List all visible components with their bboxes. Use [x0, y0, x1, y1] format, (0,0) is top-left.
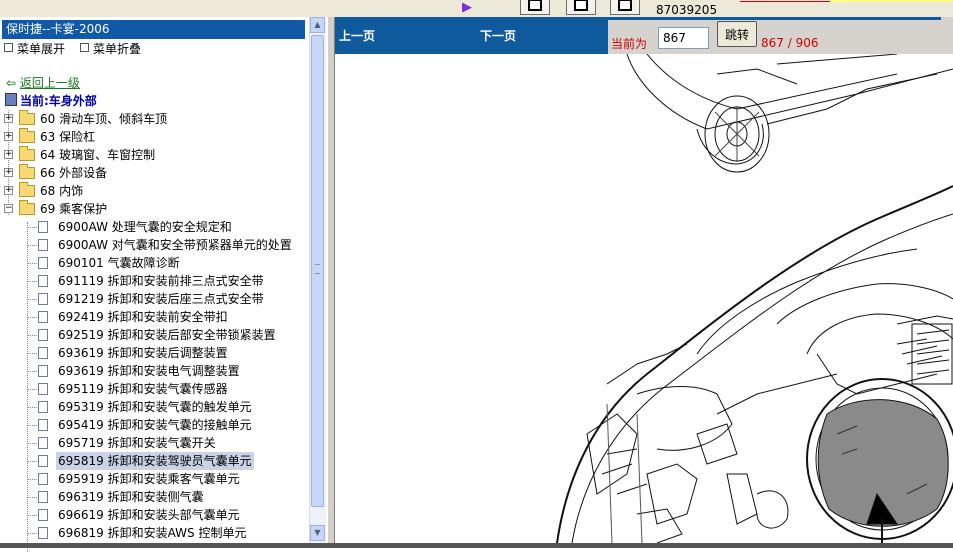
tree-folder-label[interactable]: 63 保险杠: [40, 128, 95, 146]
tree-doc-label[interactable]: 695319 拆卸和安装气囊的触发单元: [58, 398, 252, 416]
tree-doc-label[interactable]: 693619 拆卸和安装电气调整装置: [58, 362, 240, 380]
tree-folder-label[interactable]: 66 外部设备: [40, 164, 107, 182]
document-icon: [38, 401, 48, 413]
panel-splitter[interactable]: [327, 17, 335, 548]
scroll-grip-icon: [315, 264, 320, 274]
tree-doc-label[interactable]: 691219 拆卸和安装后座三点式安全带: [58, 290, 264, 308]
nav-bar-edge: [941, 17, 953, 54]
page-count: 867 / 906: [761, 36, 819, 50]
collapse-menu-label: 菜单折叠: [93, 42, 142, 56]
expand-icon[interactable]: [566, 0, 596, 15]
document-icon: [38, 455, 48, 467]
expand-menu-button[interactable]: 菜单展开: [4, 41, 65, 57]
plus-icon[interactable]: +: [4, 132, 13, 141]
top-red-link-underline: [740, 1, 835, 2]
jump-button[interactable]: 跳转: [717, 21, 757, 47]
tree-folder-label[interactable]: 69 乘客保护: [40, 200, 107, 218]
plus-icon[interactable]: +: [4, 186, 13, 195]
tree-folder-label[interactable]: 60 滑动车顶、倾斜车顶: [40, 110, 167, 128]
plus-icon[interactable]: +: [4, 168, 13, 177]
top-yellow-highlight: [830, 0, 953, 2]
folder-icon: [19, 164, 35, 179]
tree-doc-label[interactable]: 693619 拆卸和安装后调整装置: [58, 344, 228, 362]
tree-doc-label[interactable]: 695419 拆卸和安装气囊的接触单元: [58, 416, 252, 434]
scroll-up-icon[interactable]: ▲: [310, 17, 325, 33]
document-icon: [38, 239, 48, 251]
plus-icon[interactable]: +: [4, 150, 13, 159]
tree-doc-label[interactable]: 696319 拆卸和安装侧气囊: [58, 488, 204, 506]
tree-doc-label[interactable]: 6900AW 处理气囊的安全规定和: [58, 218, 232, 236]
computer-icon: [5, 93, 17, 106]
top-partial-text: 87039205: [656, 3, 718, 17]
page-number-input[interactable]: [658, 27, 709, 49]
minus-icon[interactable]: −: [4, 204, 13, 213]
current-location: 当前:车身外部: [5, 93, 97, 109]
document-icon: [38, 311, 48, 323]
collapse-menu-icon: [80, 43, 89, 52]
tree-doc-label[interactable]: 695119 拆卸和安装气囊传感器: [58, 380, 228, 398]
document-icon: [38, 365, 48, 377]
tree-doc-label[interactable]: 690101 气囊故障诊断: [58, 254, 180, 272]
folder-icon: [19, 128, 35, 143]
document-icon: [38, 329, 48, 341]
document-icon: [38, 509, 48, 521]
scroll-thumb[interactable]: [311, 35, 324, 507]
collapse-menu-button[interactable]: 菜单折叠: [80, 41, 141, 57]
tree-doc-label[interactable]: 696819 拆卸和安装AWS 控制单元: [58, 524, 246, 542]
tree-doc-label[interactable]: 695719 拆卸和安装气囊开关: [58, 434, 216, 452]
tree-doc-label[interactable]: 691119 拆卸和安装前排三点式安全带: [58, 272, 264, 290]
tree-doc-label[interactable]: 695819 拆卸和安装驾驶员气囊单元: [56, 452, 254, 470]
tree-folder-label[interactable]: 68 内饰: [40, 182, 83, 200]
airbag-diagram: [556, 54, 953, 543]
current-location-label: 当前:车身外部: [20, 94, 97, 108]
expand-menu-icon: [4, 43, 13, 52]
top-toolbar-strip: ▶ 87039205: [0, 0, 953, 17]
document-icon: [38, 527, 48, 539]
expand-menu-label: 菜单展开: [17, 42, 66, 56]
document-icon: [38, 419, 48, 431]
document-icon: [38, 383, 48, 395]
page-jump-box: 当前为 跳转 867 / 906: [608, 20, 941, 54]
tree-doc-label[interactable]: 692519 拆卸和安装后部安全带锁紧装置: [58, 326, 276, 344]
back-icon[interactable]: [610, 0, 640, 15]
document-icon: [38, 347, 48, 359]
menu-panel: 保时捷--卡宴-2006 菜单展开 菜单折叠 ⇦ 返回上一级 当前:车身外部 +…: [0, 17, 331, 552]
bottom-bar: [0, 543, 953, 548]
document-icon: [38, 473, 48, 485]
folder-icon: [19, 146, 35, 161]
menu-title: 保时捷--卡宴-2006: [2, 20, 305, 39]
tree-doc-label[interactable]: 695919 拆卸和安装乘客气囊单元: [58, 470, 240, 488]
folder-icon: [19, 182, 35, 197]
plus-icon[interactable]: +: [4, 114, 13, 123]
technical-drawing: [337, 54, 953, 543]
current-page-label: 当前为: [611, 37, 648, 51]
document-icon: [38, 491, 48, 503]
open-folder-icon: [19, 200, 35, 215]
folder-icon: [19, 110, 35, 125]
menu-scrollbar[interactable]: ▲ ▼: [309, 17, 326, 543]
tree-doc-label[interactable]: 696619 拆卸和安装头部气囊单元: [58, 506, 240, 524]
document-icon: [38, 221, 48, 233]
document-icon: [38, 257, 48, 269]
scroll-down-icon[interactable]: ▼: [310, 525, 325, 541]
next-page-link[interactable]: 下一页: [480, 27, 516, 44]
tree-doc-label[interactable]: 692419 拆卸和安装前安全带扣: [58, 308, 228, 326]
collapse-icon[interactable]: [520, 0, 550, 15]
document-icon: [38, 437, 48, 449]
tree-folder-label[interactable]: 64 玻璃窗、车窗控制: [40, 146, 155, 164]
back-link[interactable]: ⇦ 返回上一级: [6, 75, 80, 91]
tree-doc-label[interactable]: 6900AW 对气囊和安全带预紧器单元的处置: [58, 236, 292, 254]
back-link-label[interactable]: 返回上一级: [20, 76, 80, 90]
prev-page-link[interactable]: 上一页: [339, 27, 375, 44]
document-icon: [38, 275, 48, 287]
right-triangle-icon: ▶: [462, 0, 472, 15]
back-arrow-icon: ⇦: [6, 76, 17, 90]
document-icon: [38, 293, 48, 305]
